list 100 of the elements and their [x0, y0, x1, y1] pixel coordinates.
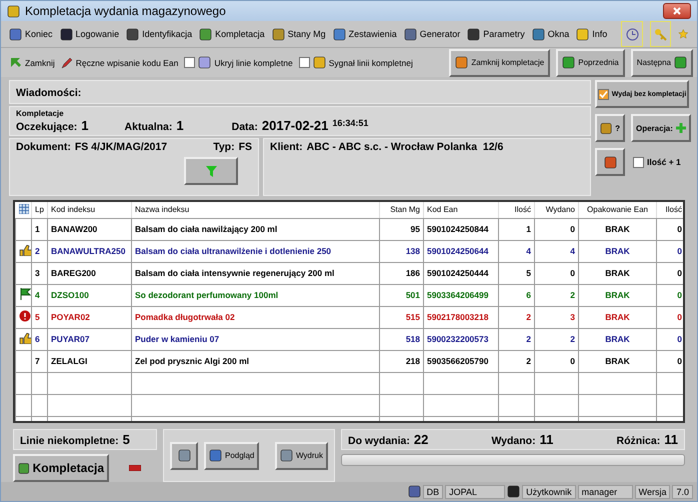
column-header[interactable]: Nazwa indeksu	[132, 202, 380, 218]
incomplete-label: Linie niekompletne:	[20, 435, 119, 448]
menu-icon	[9, 28, 22, 41]
star-icon[interactable]	[678, 27, 690, 42]
table-cell: PUYAR07	[48, 328, 132, 350]
table-cell: 218	[380, 350, 424, 372]
close-link[interactable]: Zamknij	[9, 56, 55, 70]
table-cell: 1	[32, 218, 48, 240]
close-button[interactable]	[663, 3, 691, 20]
column-header[interactable]: Wydano	[534, 202, 578, 218]
table-cell: 5	[32, 306, 48, 328]
alert-icon	[19, 310, 30, 322]
table-cell: 2	[498, 306, 534, 328]
pencil-icon	[60, 56, 73, 69]
table-cell: 2	[498, 350, 534, 372]
client-value: ABC - ABC s.c. - Wrocław Polanka 12/6	[306, 141, 504, 154]
column-header[interactable]: Kod Ean	[424, 202, 498, 218]
manual-ean-link[interactable]: Ręczne wpisanie kodu Ean	[60, 56, 178, 69]
table-cell: 186	[380, 262, 424, 284]
table-cell: 2	[534, 328, 578, 350]
kompletacja-button[interactable]: Kompletacja	[13, 454, 109, 482]
column-header[interactable]: Kod indeksu	[48, 202, 132, 218]
table-cell: So dezodorant perfumowany 100ml	[132, 284, 380, 306]
menu-item[interactable]: Kompletacja	[199, 28, 265, 41]
table-cell: Puder w kamieniu 07	[132, 328, 380, 350]
checkbox[interactable]	[298, 57, 310, 68]
menu-item[interactable]: Generator	[404, 28, 460, 41]
checkbox[interactable]	[184, 57, 196, 68]
status-db: DB	[422, 484, 444, 499]
toolbar-button[interactable]: Poprzednia	[556, 48, 625, 77]
table-cell: 5901024250844	[424, 218, 498, 240]
table-cell: 2	[534, 284, 578, 306]
toolbar-button[interactable]: Następna	[630, 48, 693, 77]
status-db-name: JOPAL	[445, 484, 506, 499]
operation-button[interactable]: Operacja:	[631, 114, 691, 142]
date-label: Data:	[232, 121, 258, 134]
checkbox-label: Ilość + 1	[647, 157, 681, 168]
menu-icon	[199, 28, 212, 41]
table-cell: 0	[534, 218, 578, 240]
menu-item[interactable]: Koniec	[9, 28, 53, 41]
help-button[interactable]: ?	[595, 114, 625, 142]
grid-icon[interactable]	[18, 204, 28, 214]
menu-item[interactable]: Stany Mg	[272, 28, 326, 41]
menu-item[interactable]: Identyfikacja	[126, 28, 192, 41]
table-cell: 6	[32, 328, 48, 350]
filter-button[interactable]	[184, 157, 238, 186]
table-cell: Balsam do ciała nawilżający 200 ml	[132, 218, 380, 240]
flag-icon	[19, 288, 30, 300]
column-header[interactable]: Lp	[32, 202, 48, 218]
column-header[interactable]: Opakowanie Ean	[578, 202, 656, 218]
table-cell: BRAK	[578, 240, 656, 262]
messages-label: Wiadomości:	[16, 87, 82, 100]
menu-item[interactable]: Zestawienia	[332, 28, 397, 41]
app-icon	[7, 4, 20, 18]
status-version-label: Wersja	[634, 484, 670, 499]
table-cell: 5903364206499	[424, 284, 498, 306]
table-cell: 515	[380, 306, 424, 328]
table-cell: 4	[498, 240, 534, 262]
table-cell: 0	[534, 262, 578, 284]
window-title: Kompletacja wydania magazynowego	[25, 4, 227, 18]
table-cell: BRAK	[578, 328, 656, 350]
incomplete-value: 5	[122, 432, 130, 448]
table-cell: 5901024250644	[424, 240, 498, 262]
session-caption: Kompletacje	[16, 109, 65, 118]
table-cell: Balsam do ciała intensywnie regenerujący 200 ml	[132, 262, 380, 284]
table-cell: 501	[380, 284, 424, 306]
table-cell: 138	[380, 240, 424, 262]
minus-icon	[129, 465, 141, 472]
box-button[interactable]	[595, 148, 625, 176]
print-button[interactable]: Wydruk	[274, 442, 328, 470]
issued-value: 11	[540, 432, 554, 448]
table-cell: BRAK	[578, 284, 656, 306]
checkbox-label: Sygnał linii kompletnej	[328, 58, 413, 68]
printer-button[interactable]	[170, 442, 198, 470]
column-header[interactable]: Stan Mg	[380, 202, 424, 218]
table-cell: 5902178003218	[424, 306, 498, 328]
toolbar-button[interactable]: Zamknij kompletacje	[449, 48, 550, 77]
menu-icon	[467, 28, 480, 41]
clock-button[interactable]	[621, 21, 643, 48]
table-cell: 1	[498, 218, 534, 240]
document-label: Dokument:	[16, 141, 71, 154]
table-cell: 518	[380, 328, 424, 350]
difference-label: Różnica:	[616, 435, 660, 448]
menu-item[interactable]: Parametry	[467, 28, 525, 41]
menu-item[interactable]: Logowanie	[60, 28, 120, 41]
plus-icon	[676, 123, 686, 134]
table-cell: 4	[534, 240, 578, 262]
checkbox[interactable]	[633, 156, 644, 168]
preview-button[interactable]: Podgląd	[204, 442, 260, 470]
menu-item[interactable]: Okna	[532, 28, 570, 41]
to-issue-value: 22	[414, 432, 428, 448]
arrow-icon	[9, 56, 22, 70]
table-cell: BAREG200	[48, 262, 132, 284]
column-header[interactable]: Ilość	[656, 202, 683, 218]
client-label: Klient:	[270, 141, 303, 154]
checkbox-label: Ukryj linie kompletne	[214, 58, 293, 68]
waiting-label: Oczekujące:	[16, 121, 78, 134]
time-value: 16:34:51	[332, 118, 368, 128]
menu-item[interactable]: Info	[576, 28, 608, 41]
column-header[interactable]: Ilość	[498, 202, 534, 218]
